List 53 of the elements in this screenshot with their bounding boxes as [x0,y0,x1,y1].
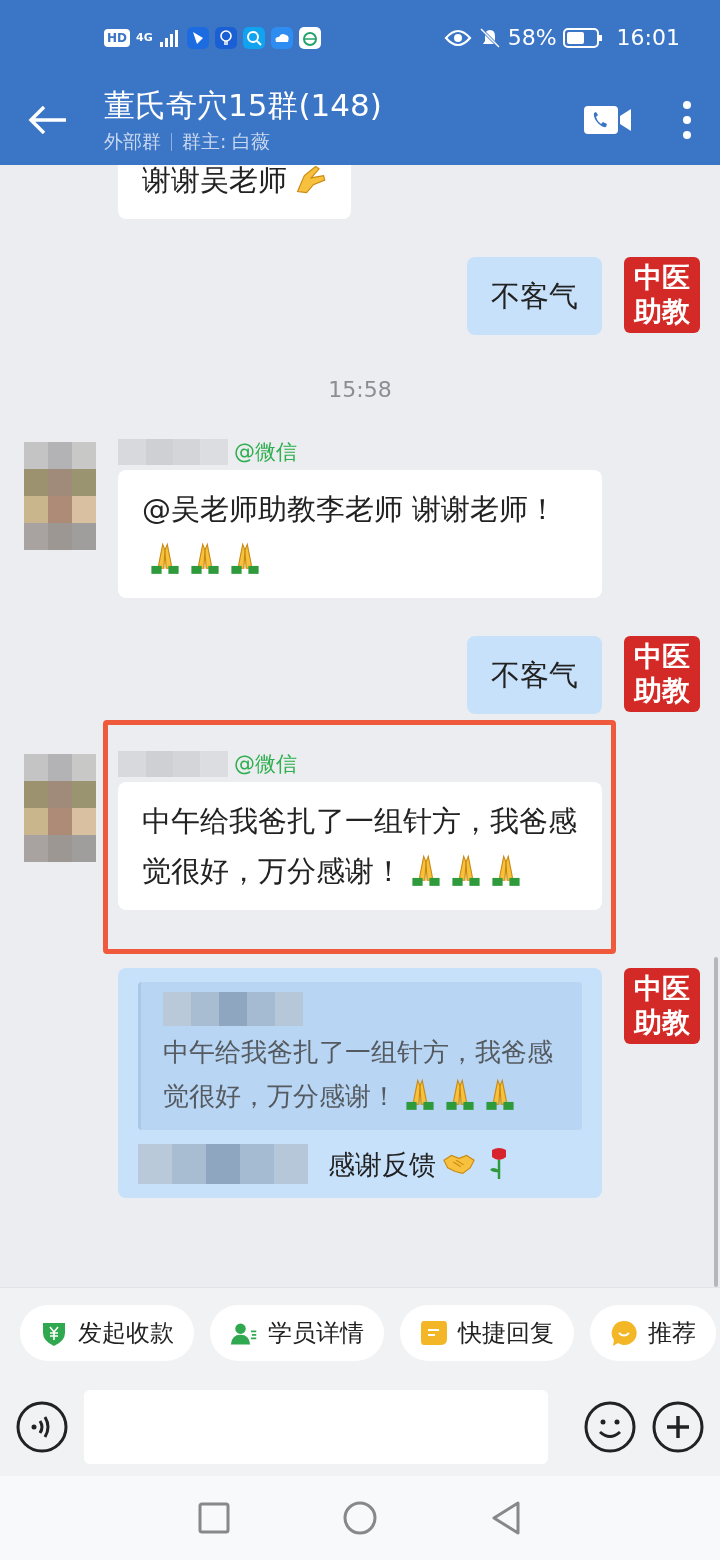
message-bubble: 不客气 [467,636,602,714]
clock: 16:01 [616,25,680,50]
praying-hands-icon [449,853,483,887]
video-call-icon[interactable] [584,105,632,135]
muted-bell-icon [477,25,502,50]
back-arrow-icon[interactable] [28,104,68,136]
app-icon [186,26,209,49]
sender-tag: @微信 [234,750,297,778]
praying-hands-icon [409,853,443,887]
group-owner: 群主: 白薇 [182,129,271,154]
hd-indicator: HD [104,28,130,47]
avatar[interactable]: 中医助教 [624,636,700,712]
message-bubble: 谢谢吴老师 [118,165,351,219]
praying-hands-icon [228,541,262,575]
praying-hands-icon [483,1077,517,1111]
voice-input-icon[interactable] [16,1401,68,1453]
avatar[interactable]: 中医助教 [624,257,700,333]
globe-icon [298,26,321,49]
message-bubble: @吴老师助教李老师 谢谢老师！ [118,470,602,598]
quick-action-chip[interactable]: 学员详情 [210,1305,384,1361]
battery-icon [562,26,603,49]
network-type: 4G [136,31,153,44]
more-options-icon[interactable] [682,100,692,140]
home-icon[interactable] [342,1500,378,1536]
message-icon [420,1319,448,1347]
plus-icon[interactable] [652,1401,704,1453]
smile-bubble-icon [610,1319,638,1347]
cloud-icon [270,26,293,49]
quick-action-chip[interactable]: 快捷回复 [400,1305,574,1361]
quick-action-chip[interactable]: 推荐 [590,1305,716,1361]
group-type: 外部群 [104,129,161,154]
quick-action-chip[interactable]: 发起收款 [20,1305,194,1361]
praying-hands-icon [188,541,222,575]
sender-tag: @微信 [234,438,297,466]
message-bubble: 中午给我爸扎了一组针方，我爸感觉很好，万分感谢！ [118,782,602,910]
emoji-icon[interactable] [584,1401,636,1453]
message-text: 感谢反馈 [328,1145,516,1183]
battery-percentage: 58% [507,25,557,50]
signal-icon [158,27,181,48]
scrollbar[interactable] [714,957,718,1287]
praying-hands-icon [489,853,523,887]
praying-hands-icon [403,1077,437,1111]
search-icon [242,26,265,49]
avatar[interactable]: 中医助教 [624,968,700,1044]
message-bubble: 不客气 [467,257,602,335]
group-title: 董氏奇穴15群(148) [104,86,383,125]
recent-apps-icon[interactable] [196,1500,232,1536]
eye-icon [443,27,472,48]
timestamp: 15:58 [328,377,392,402]
praying-hands-icon [443,1077,477,1111]
praying-hands-icon [148,541,182,575]
quote-text: 中午给我爸扎了一组针方，我爸感觉很好，万分感谢！ [163,1036,554,1113]
bulb-icon [214,26,237,49]
